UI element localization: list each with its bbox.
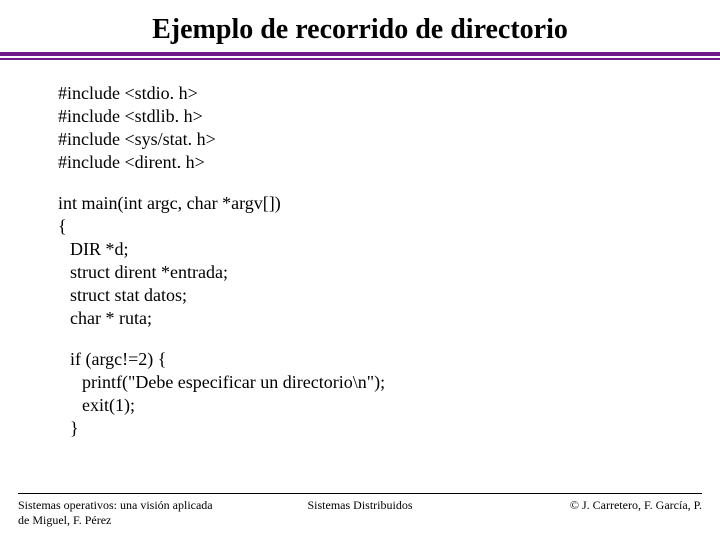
code-line: }	[58, 417, 720, 440]
code-line: exit(1);	[58, 394, 720, 417]
footer-right: © J. Carretero, F. García, P.	[461, 498, 702, 528]
footer-row: Sistemas operativos: una visión aplicada…	[18, 498, 702, 528]
footer-left-line1: Sistemas operativos: una visión aplicada	[18, 498, 259, 513]
code-line: #include <stdio. h>	[58, 82, 720, 105]
code-line: #include <sys/stat. h>	[58, 128, 720, 151]
code-line: #include <stdlib. h>	[58, 105, 720, 128]
footer-left-line2: de Miguel, F. Pérez	[18, 513, 259, 528]
code-line: struct stat datos;	[58, 284, 720, 307]
title-rule-thick	[0, 52, 720, 56]
blank-line	[58, 174, 720, 192]
code-line: printf("Debe especificar un directorio\n…	[58, 371, 720, 394]
code-line: if (argc!=2) {	[58, 348, 720, 371]
code-line: #include <dirent. h>	[58, 151, 720, 174]
footer-rule	[18, 493, 702, 494]
code-line: char * ruta;	[58, 307, 720, 330]
code-line: struct dirent *entrada;	[58, 261, 720, 284]
footer-left: Sistemas operativos: una visión aplicada…	[18, 498, 259, 528]
footer-center: Sistemas Distribuidos	[259, 498, 460, 528]
code-line: {	[58, 215, 720, 238]
blank-line	[58, 330, 720, 348]
code-listing: #include <stdio. h> #include <stdlib. h>…	[0, 60, 720, 440]
footer: Sistemas operativos: una visión aplicada…	[0, 493, 720, 528]
code-line: int main(int argc, char *argv[])	[58, 192, 720, 215]
code-line: DIR *d;	[58, 238, 720, 261]
slide-title: Ejemplo de recorrido de directorio	[0, 0, 720, 52]
